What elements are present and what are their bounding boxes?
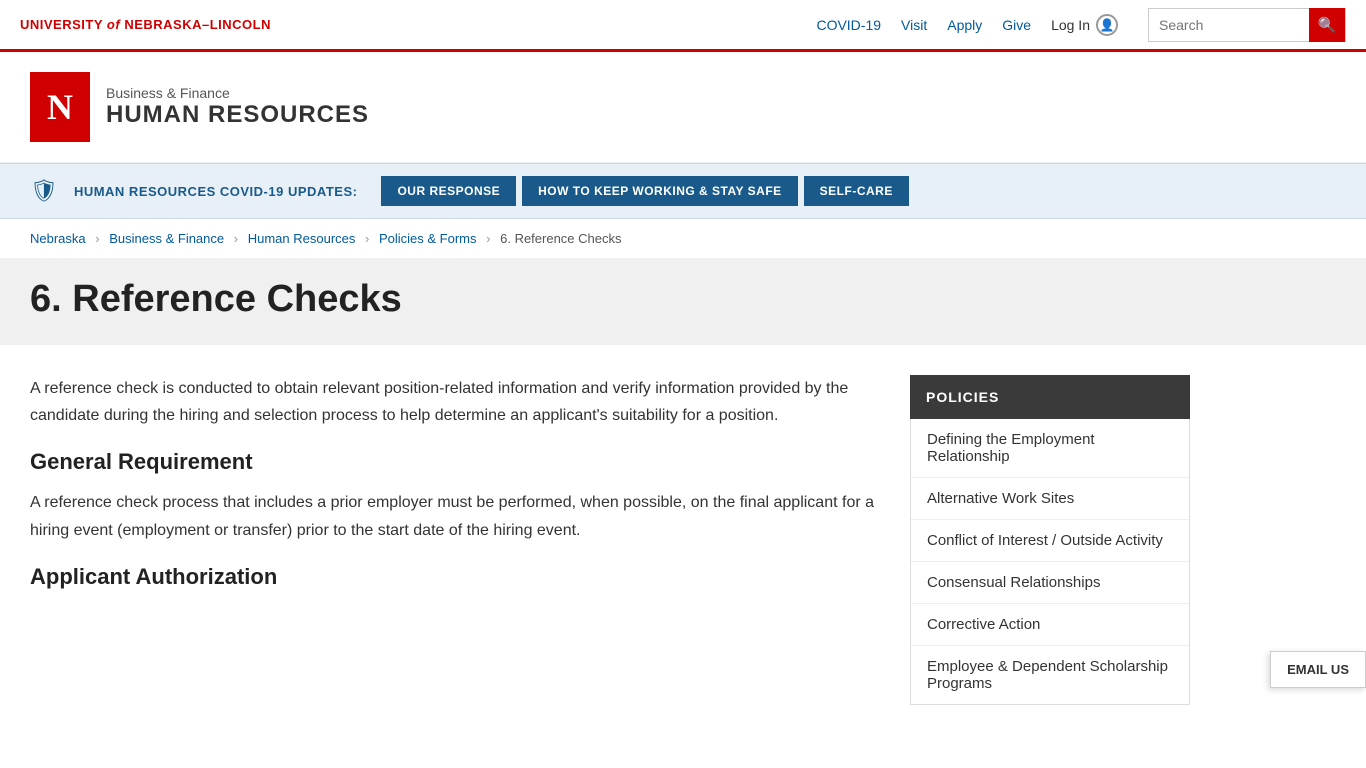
sidebar-item-conflict-interest[interactable]: Conflict of Interest / Outside Activity [911,520,1189,562]
sidebar-item-scholarship-programs[interactable]: Employee & Dependent Scholarship Program… [911,646,1189,704]
nav-visit-link[interactable]: Visit [901,17,927,33]
self-care-button[interactable]: SELF-CARE [804,176,909,206]
sidebar-item-alternative-work[interactable]: Alternative Work Sites [911,478,1189,520]
intro-paragraph: A reference check is conducted to obtain… [30,375,880,429]
site-subtitle: Business & Finance [106,85,369,101]
university-of: of [107,17,120,32]
main-content: A reference check is conducted to obtain… [0,345,1366,735]
page-title: 6. Reference Checks [30,278,1336,321]
n-logo: N [30,72,90,142]
general-requirement-heading: General Requirement [30,449,880,475]
nav-covid19-link[interactable]: COVID-19 [816,17,881,33]
site-title: HUMAN RESOURCES [106,101,369,129]
sidebar-list: Defining the Employment Relationship Alt… [910,419,1190,705]
how-to-keep-working-button[interactable]: HOW TO KEEP WORKING & STAY SAFE [522,176,798,206]
breadcrumb-sep-4: › [486,231,490,246]
sidebar-item-consensual-relationships[interactable]: Consensual Relationships [911,562,1189,604]
covid-banner-label: HUMAN RESOURCES COVID-19 UPDATES: [74,184,358,199]
breadcrumb-sep-2: › [234,231,238,246]
sidebar-item-defining-employment[interactable]: Defining the Employment Relationship [911,419,1189,478]
page-title-area: 6. Reference Checks [0,258,1366,345]
breadcrumb-human-resources[interactable]: Human Resources [248,231,356,246]
search-input[interactable] [1149,9,1309,41]
breadcrumb-policies-forms[interactable]: Policies & Forms [379,231,477,246]
breadcrumb-nebraska[interactable]: Nebraska [30,231,86,246]
policies-sidebar: POLICIES Defining the Employment Relatio… [910,375,1190,705]
login-area: Log In 👤 [1051,14,1118,36]
shield-plus-icon: 🛡 [30,178,58,204]
breadcrumb-sep-1: › [95,231,99,246]
our-response-button[interactable]: OUR RESPONSE [381,176,516,206]
breadcrumb-business-finance[interactable]: Business & Finance [109,231,224,246]
site-header: N Business & Finance HUMAN RESOURCES [0,52,1366,163]
university-nebraska: NEBRASKA–LINCOLN [124,17,271,32]
email-us-button[interactable]: EMAIL US [1270,651,1366,688]
general-requirement-body: A reference check process that includes … [30,489,880,543]
sidebar-header: POLICIES [910,375,1190,419]
top-navigation-bar: UNIVERSITY of NEBRASKA–LINCOLN COVID-19 … [0,0,1366,52]
breadcrumb-current: 6. Reference Checks [500,231,621,246]
applicant-authorization-heading: Applicant Authorization [30,564,880,590]
search-area: 🔍 [1148,8,1346,42]
login-label[interactable]: Log In [1051,17,1090,33]
breadcrumb-sep-3: › [365,231,369,246]
top-nav-links: COVID-19 Visit Apply Give Log In 👤 🔍 [816,8,1346,42]
breadcrumb: Nebraska › Business & Finance › Human Re… [0,219,1366,258]
university-logo-text: UNIVERSITY of NEBRASKA–LINCOLN [20,17,271,32]
nav-give-link[interactable]: Give [1002,17,1031,33]
sidebar-item-corrective-action[interactable]: Corrective Action [911,604,1189,646]
nav-apply-link[interactable]: Apply [947,17,982,33]
university-name: UNIVERSITY [20,17,103,32]
covid-buttons: OUR RESPONSE HOW TO KEEP WORKING & STAY … [381,176,908,206]
user-icon[interactable]: 👤 [1096,14,1118,36]
search-button[interactable]: 🔍 [1309,8,1345,42]
covid-banner: 🛡 HUMAN RESOURCES COVID-19 UPDATES: OUR … [0,163,1366,219]
content-area: A reference check is conducted to obtain… [30,375,880,705]
site-title-area: Business & Finance HUMAN RESOURCES [106,85,369,129]
